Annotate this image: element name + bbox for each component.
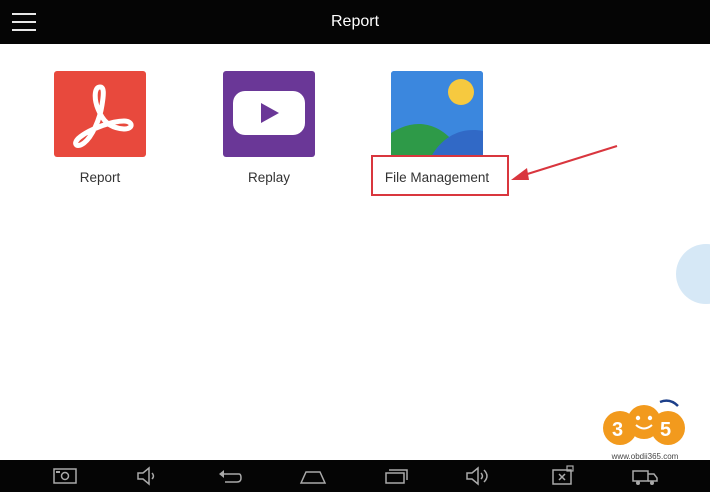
annotation-arrow-icon xyxy=(511,145,618,180)
report-tile[interactable]: Report xyxy=(45,71,155,185)
volume-down-icon[interactable] xyxy=(133,464,163,488)
report-label: Report xyxy=(79,170,121,185)
vci-icon[interactable] xyxy=(547,464,577,488)
replay-tile[interactable]: Replay xyxy=(214,71,324,185)
watermark-logo: 3 5 www.obdii365.com xyxy=(598,398,692,462)
back-icon[interactable] xyxy=(215,464,245,488)
gallery-icon xyxy=(391,71,483,157)
screenshot-icon[interactable] xyxy=(50,464,80,488)
home-icon[interactable] xyxy=(298,464,328,488)
volume-up-icon[interactable] xyxy=(464,464,494,488)
watermark-digit-5: 5 xyxy=(660,419,671,441)
watermark-digit-3: 3 xyxy=(612,419,623,441)
replay-label: Replay xyxy=(247,170,291,185)
truck-icon[interactable] xyxy=(630,464,660,488)
annotation-highlight-box xyxy=(371,155,509,196)
bottom-nav-bar xyxy=(0,460,710,492)
pdf-icon xyxy=(54,71,146,157)
page-title: Report xyxy=(330,13,380,30)
floating-assistive-ball[interactable] xyxy=(676,244,710,304)
play-icon xyxy=(223,71,315,157)
recents-icon[interactable] xyxy=(381,464,411,488)
top-bar: Report xyxy=(0,0,710,44)
